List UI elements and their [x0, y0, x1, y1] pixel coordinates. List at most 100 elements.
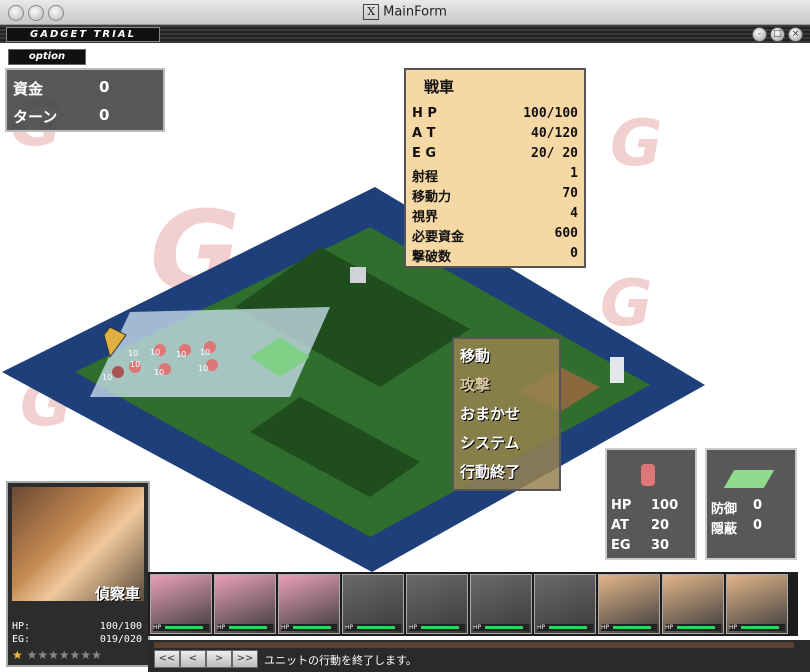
window-title: X MainForm: [0, 4, 810, 20]
unit-count-label: 10: [154, 368, 164, 377]
prev-page-button[interactable]: <: [180, 650, 206, 668]
portrait-hp-value: 100/100: [99, 621, 142, 632]
rank-stars-text: ★★★★★★★: [26, 648, 102, 662]
stat-label: 移動力: [412, 190, 452, 205]
menu-item-move[interactable]: 移動: [460, 345, 490, 366]
roster-hp-fill: [485, 626, 523, 629]
roster-unit-card[interactable]: HP: [534, 574, 596, 634]
menu-item-auto[interactable]: おまかせ: [460, 403, 520, 424]
funds-value: 0: [99, 78, 110, 96]
roster-hp-label: HP: [537, 624, 546, 631]
roster-unit-card[interactable]: HP: [598, 574, 660, 634]
roster-hp-label: HP: [729, 624, 738, 631]
portrait-eg-label: EG:: [12, 634, 31, 645]
roster-hp-fill: [165, 626, 203, 629]
roster-hp-bar: HP: [729, 624, 785, 631]
roster-hp-fill: [549, 626, 587, 629]
roster-hp-bar: HP: [345, 624, 401, 631]
terrain-tile-icon: [723, 470, 775, 488]
roster-hp-bar: HP: [281, 624, 337, 631]
roster-hp-fill: [357, 626, 395, 629]
roster-hp-bar: HP: [665, 624, 721, 631]
menu-item-attack[interactable]: 攻撃: [460, 374, 490, 395]
unit-info-panel: HP 100 AT 20 EG 30: [605, 448, 697, 560]
roster-hp-label: HP: [345, 624, 354, 631]
unit-hp-value: 100: [651, 498, 679, 513]
turn-progress-bar: [154, 642, 794, 648]
stat-label: 視界: [412, 210, 439, 225]
roster-unit-card[interactable]: HP: [406, 574, 468, 634]
stat-label: A T: [412, 126, 436, 141]
bottom-status-bar: << < > >> ユニットの行動を終了します。: [148, 640, 810, 672]
roster-hp-fill: [293, 626, 331, 629]
stat-label: H P: [412, 106, 437, 121]
stat-label: 射程: [412, 170, 439, 185]
roster-hp-bar: HP: [217, 624, 273, 631]
unit-sprite-icon: [641, 464, 655, 486]
roster-hp-bar: HP: [473, 624, 529, 631]
roster-hp-bar: HP: [409, 624, 465, 631]
stat-value: 20/ 20: [531, 146, 578, 161]
roster-hp-fill: [677, 626, 715, 629]
stat-value: 40/120: [531, 126, 578, 141]
game-title-bar: GADGET TRIAL - □ ×: [0, 25, 810, 43]
unit-eg-value: 30: [651, 538, 670, 553]
stat-value: 4: [570, 206, 578, 221]
roster-hp-label: HP: [409, 624, 418, 631]
roster-hp-label: HP: [665, 624, 674, 631]
next-page-button[interactable]: >: [206, 650, 232, 668]
stat-value: 70: [562, 186, 578, 201]
game-logo-title: GADGET TRIAL: [6, 27, 160, 42]
window-title-bar: X MainForm: [0, 0, 810, 25]
first-page-button[interactable]: <<: [154, 650, 180, 668]
roster-unit-card[interactable]: HP: [278, 574, 340, 634]
building: [610, 357, 624, 383]
roster-hp-fill: [613, 626, 651, 629]
stat-value: 100/100: [523, 106, 578, 121]
roster-unit-card[interactable]: HP: [662, 574, 724, 634]
portrait-eg-value: 019/020: [99, 634, 142, 645]
last-page-button[interactable]: >>: [232, 650, 258, 668]
maximize-icon[interactable]: □: [770, 27, 785, 42]
unit-at-label: AT: [611, 518, 629, 533]
rank-stars: ★ ★★★★★★★: [12, 648, 102, 662]
roster-hp-label: HP: [473, 624, 482, 631]
roster-unit-card[interactable]: HP: [470, 574, 532, 634]
status-message: ユニットの行動を終了します。: [264, 654, 417, 667]
stat-label: 必要資金: [412, 230, 465, 245]
terrain-info-panel: 防御 0 隠蔽 0: [705, 448, 797, 560]
roster-hp-label: HP: [601, 624, 610, 631]
star-icon: ★: [12, 648, 23, 662]
portrait-hp-label: HP:: [12, 621, 31, 632]
minimize-icon[interactable]: -: [752, 27, 767, 42]
roster-unit-card[interactable]: HP: [214, 574, 276, 634]
unit-hp-label: HP: [611, 498, 632, 513]
roster-unit-card[interactable]: HP: [342, 574, 404, 634]
unit-count-label: 10: [200, 348, 210, 357]
roster-hp-bar: HP: [537, 624, 593, 631]
option-bar: option: [0, 43, 810, 67]
turn-value: 0: [99, 106, 110, 124]
roster-hp-bar: HP: [153, 624, 209, 631]
unit-count-label: 10: [130, 360, 140, 369]
unit-count-label: 10: [102, 373, 112, 382]
close-icon[interactable]: ×: [788, 27, 803, 42]
roster-hp-label: HP: [217, 624, 226, 631]
unit-name: 戦車: [424, 78, 455, 96]
turn-label: ターン: [13, 108, 58, 126]
stat-value: 600: [554, 226, 578, 241]
roster-unit-card[interactable]: HP: [150, 574, 212, 634]
roster-unit-card[interactable]: HP: [726, 574, 788, 634]
unit-stats-panel: 戦車 H P 100/100 A T 40/120 E G 20/ 20 射程 …: [404, 68, 586, 268]
unit-count-label: 10: [150, 348, 160, 357]
stat-value: 0: [570, 246, 578, 261]
terrain-concealment-label: 隠蔽: [711, 522, 738, 537]
unit-sprite: [112, 366, 124, 378]
option-button[interactable]: option: [8, 49, 86, 65]
menu-item-end-action[interactable]: 行動終了: [460, 461, 520, 482]
unit-eg-label: EG: [611, 538, 631, 553]
menu-item-system[interactable]: システム: [460, 432, 520, 453]
roster-hp-fill: [421, 626, 459, 629]
window-title-text: MainForm: [383, 4, 447, 20]
resources-panel: 資金 0 ターン 0: [5, 68, 165, 132]
